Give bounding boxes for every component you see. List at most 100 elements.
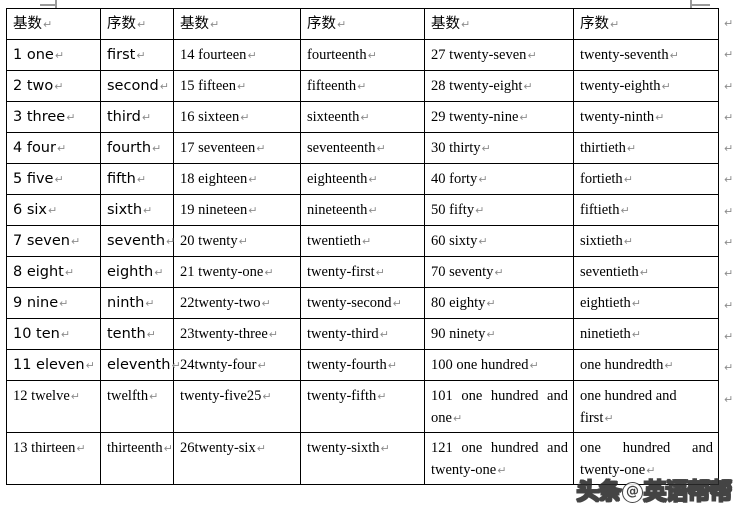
cell-text: first [107, 47, 136, 63]
pilcrow-mark: ↵ [59, 297, 69, 310]
cell-text: seventieth [580, 264, 639, 280]
cell-text: eighth [107, 264, 154, 280]
table-row: 4 four↵ fourth↵ 17 seventeen↵ seventeent… [6, 132, 719, 164]
paragraph-mark: ↵ [724, 17, 734, 30]
header-label: 基数 [13, 16, 42, 32]
pilcrow-mark: ↵ [85, 359, 95, 372]
pilcrow-mark: ↵ [357, 80, 367, 93]
pilcrow-mark: ↵ [54, 173, 64, 186]
cell-text: fiftieth [580, 202, 620, 218]
cell-ordinal: twenty-seventh↵ [573, 39, 719, 71]
cell-text: fourteenth [307, 47, 367, 63]
pilcrow-mark: ↵ [646, 464, 656, 478]
cell-cardinal: 10 ten↵ [6, 318, 101, 350]
cell-cardinal: 28 twenty-eight↵ [424, 70, 574, 102]
cell-cardinal: 18 eighteen↵ [173, 163, 301, 195]
numbers-table: 基数↵ 序数↵ 基数↵ 序数↵ 基数↵ 序数↵ 1 one↵ first↵ 14… [6, 8, 719, 486]
cell-cardinal: 27 twenty-seven↵ [424, 39, 574, 71]
cell-text: 5 five [13, 171, 54, 187]
pilcrow-mark: ↵ [527, 49, 537, 62]
pilcrow-mark: ↵ [143, 204, 153, 217]
pilcrow-mark: ↵ [478, 173, 488, 186]
cell-ordinal: fourth↵ [100, 132, 174, 164]
cell-ordinal: nineteenth↵ [300, 194, 425, 226]
table-row: 2 two↵ second↵ 15 fifteen↵ fifteenth↵ 28… [6, 70, 719, 102]
pilcrow-mark: ↵ [268, 328, 278, 341]
cell-ordinal: one hundred and first↵ [573, 379, 719, 434]
cell-text: 17 seventeen [180, 140, 256, 156]
cell-ordinal: twenty-fourth↵ [300, 349, 425, 381]
cell-text: 19 nineteen [180, 202, 248, 218]
cell-cardinal: 22twenty-two↵ [173, 287, 301, 319]
cell-ordinal: seventieth↵ [573, 256, 719, 288]
pilcrow-mark: ↵ [240, 111, 250, 124]
cell-cardinal: twenty-five25↵ [173, 379, 301, 434]
pilcrow-mark: ↵ [262, 390, 272, 403]
cell-text: 21 twenty-one [180, 264, 264, 280]
cell-ordinal: twenty-sixth↵ [300, 432, 425, 486]
cell-text: 13 thirteen [13, 440, 76, 457]
pilcrow-mark: ↵ [368, 204, 378, 217]
pilcrow-mark: ↵ [639, 266, 650, 279]
header-cell-ordinal-1: 序数↵ [100, 8, 174, 40]
cell-text: 29 twenty-nine [431, 109, 519, 125]
paragraph-mark: ↵ [724, 204, 734, 218]
pilcrow-mark: ↵ [257, 359, 267, 372]
cell-text: 24twnty-four [180, 357, 257, 373]
pilcrow-mark: ↵ [367, 49, 377, 62]
paragraph-mark: ↵ [724, 79, 734, 93]
cell-text: twenty-five25 [180, 388, 262, 404]
cell-text: 11 eleven [13, 357, 85, 373]
cell-text: 28 twenty-eight [431, 78, 523, 94]
cell-ordinal: fourteenth↵ [300, 39, 425, 71]
cell-cardinal: 80 eighty↵ [424, 287, 574, 319]
cell-cardinal: 14 fourteen↵ [173, 39, 301, 71]
cell-text: 100 one hundred [431, 357, 529, 373]
cell-cardinal: 60 sixty↵ [424, 225, 574, 257]
cell-text: fifteenth [307, 78, 357, 94]
pilcrow-mark: ↵ [145, 297, 155, 310]
cell-ordinal: second↵ [100, 70, 174, 102]
header-label: 序数 [307, 16, 336, 32]
pilcrow-mark: ↵ [136, 49, 146, 62]
table-row: 7 seven↵ seventh↵ 20 twenty↵ twentieth↵ … [6, 225, 719, 257]
paragraph-mark: ↵ [724, 142, 734, 156]
pilcrow-mark: ↵ [154, 266, 164, 279]
pilcrow-mark: ↵ [475, 204, 485, 217]
cell-text: 2 two [13, 78, 54, 94]
pilcrow-mark: ↵ [141, 111, 152, 124]
cell-cardinal: 50 fifty↵ [424, 194, 574, 226]
table-row: 13 thirteen↵ thirteenth↵ 26twenty-six↵ t… [6, 432, 719, 486]
pilcrow-mark: ↵ [631, 297, 641, 310]
pilcrow-mark: ↵ [136, 173, 147, 186]
pilcrow-mark: ↵ [248, 173, 258, 186]
cell-cardinal: 29 twenty-nine↵ [424, 101, 574, 133]
pilcrow-mark: ↵ [380, 442, 390, 456]
cell-cardinal: 11 eleven↵ [6, 349, 101, 381]
cell-text: 4 four [13, 140, 56, 156]
cell-text: 70 seventy [431, 264, 494, 280]
cell-ordinal: ninth↵ [100, 287, 174, 319]
cell-text: ninth [107, 295, 145, 311]
pilcrow-mark: ↵ [256, 142, 266, 155]
cell-text: 12 twelve [13, 388, 70, 404]
cell-text: eleventh [107, 357, 171, 373]
cell-ordinal: twenty-fifth↵ [300, 379, 425, 434]
pilcrow-mark: ↵ [486, 297, 496, 310]
cell-text: sixtieth [580, 233, 623, 249]
cell-ordinal: fifth↵ [100, 163, 174, 195]
pilcrow-mark: ↵ [166, 235, 176, 248]
table-row: 11 eleven↵ eleventh↵ 24twnty-four↵ twent… [6, 349, 719, 381]
cell-text: eighteenth [307, 171, 368, 187]
header-label: 基数 [431, 16, 460, 32]
cell-cardinal: 12 twelve↵ [6, 379, 101, 434]
pilcrow-mark: ↵ [669, 49, 679, 62]
pilcrow-mark: ↵ [655, 111, 665, 124]
cell-text: fortieth [580, 171, 623, 187]
cell-ordinal: sixteenth↵ [300, 101, 425, 133]
cell-text: 23twenty-three [180, 326, 268, 342]
cell-cardinal: 20 twenty↵ [173, 225, 301, 257]
cell-text: sixteenth [307, 109, 360, 125]
cell-ordinal: twenty-second↵ [300, 287, 425, 319]
pilcrow-mark: ↵ [379, 328, 389, 341]
